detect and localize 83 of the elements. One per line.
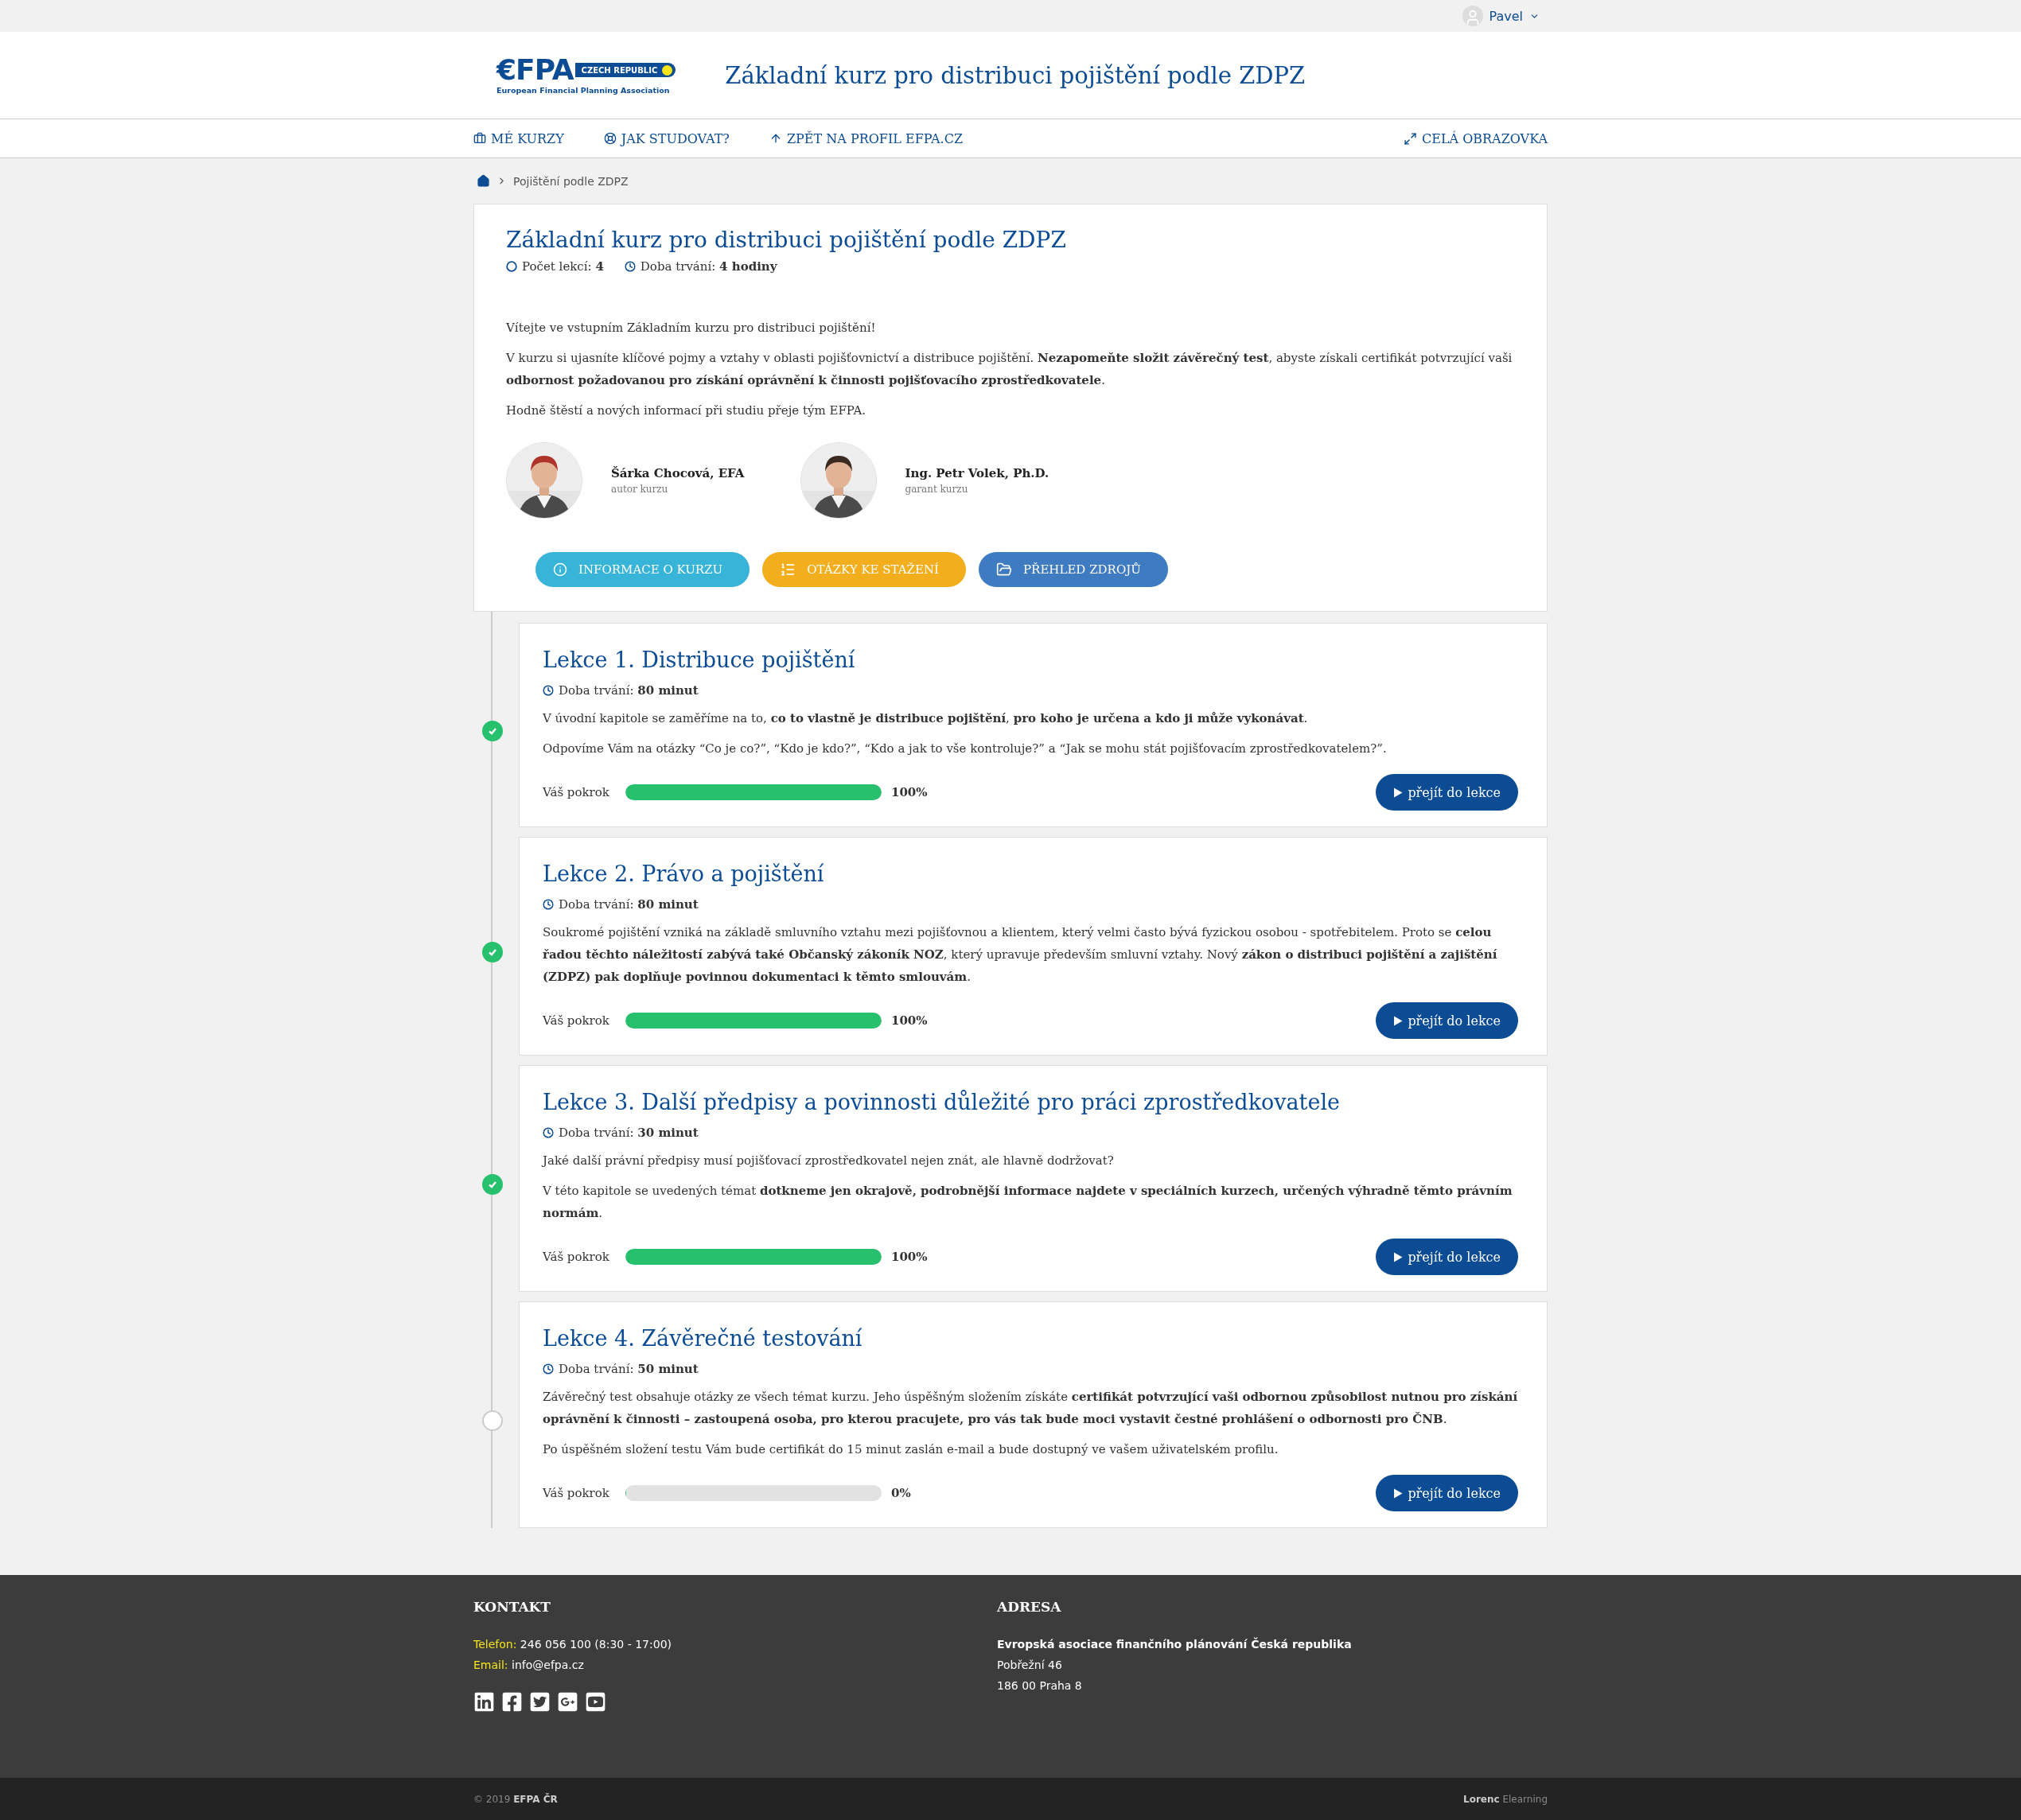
logo-country: CZECH REPUBLIC [581,65,658,75]
progress-value: 0% [891,1486,911,1500]
go-to-lesson-button[interactable]: přejít do lekce [1376,1002,1518,1039]
lesson-description: Po úspěšném složení testu Vám bude certifikát do 15 minut zaslán e-mail a bude dostupný ve vašem uživatelském profilu. [543,1442,1279,1456]
lesson-title[interactable]: Lekce 2. Právo a pojištění [543,861,1518,886]
footer-heading: KONTAKT [473,1599,551,1615]
lesson-title[interactable]: Lekce 3. Další předpisy a povinnosti důležité pro práci zprostředkovatele [543,1090,1518,1114]
clock-icon [543,685,554,696]
lesson-description: Jaké další právní předpisy musí pojišťovací zprostředkovatel nejen znát, ale hlavně dodržovat? [543,1153,1114,1168]
lesson-duration: Doba trvání: 80 minut [559,683,699,698]
fullscreen-link[interactable]: CELÁ OBRAZOVKA [1403,130,1548,146]
clock-icon [624,261,636,272]
play-icon [1393,1015,1404,1026]
play-icon [1393,787,1404,798]
go-to-lesson-button[interactable]: přejít do lekce [1376,1475,1518,1511]
progress-label: Váš pokrok [543,1250,610,1264]
lesson-title[interactable]: Lekce 4. Závěrečné testování [543,1326,1518,1351]
youtube-icon[interactable] [585,1691,606,1713]
lesson-description: Soukromé pojištění vzniká na základě smluvního vztahu mezi pojišťovnou a klientem, který velmi často bývá fyzickou osobou - spotřebitelem. Proto se celou řadou těchto náležitostí zabývá také Občanský zákoník NOZ, který upravuje především smluvní vztahy. Nový zákon o distribuci pojištění a zajištění (ZDPZ) pak doplňuje povinnou dokumentaci k těmto smlouvám. [543,925,1497,984]
person-role: autor kurzu [611,484,669,495]
address-line: Pobřežní 46 [997,1659,1062,1671]
course-description: Hodně štěstí a nových informací při studiu přeje tým EFPA. [506,403,866,418]
facebook-icon[interactable] [501,1691,523,1713]
lesson-title[interactable]: Lekce 1. Distribuce pojištění [543,648,1518,672]
list-icon [780,562,796,578]
copyright-text: © 2019 EFPA ČR [473,1793,558,1805]
progress-value: 100% [891,1250,928,1264]
home-icon[interactable] [477,174,490,188]
lesson-description: V této kapitole se uvedených témat dotkneme jen okrajově, podrobnější informace najdete v speciálních kurzech, určených výhradně těmto právním normám. [543,1184,1513,1220]
google-plus-icon[interactable] [557,1691,578,1713]
address-line: Evropská asociace finančního plánování Česká republika [997,1638,1352,1651]
nav-link[interactable]: JAK STUDOVAT? [603,130,730,146]
lesson-description: Závěrečný test obsahuje otázky ze všech témat kurzu. Jeho úspěšným složením získáte certifikát potvrzující vaši odbornou způsobilost nutnou pro získání oprávnění k činnosti – zastoupená osoba, pro kterou pracujete, pro vás tak bude moci vystavit čestné prohlášení o odbornosti pro ČNB. [543,1390,1518,1426]
info-icon [553,562,567,577]
progress-value: 100% [891,785,928,799]
go-to-lesson-button[interactable]: přejít do lekce [1376,774,1518,811]
lesson-description: V úvodní kapitole se zaměříme na to, co to vlastně je distribuce pojištění, pro koho je určena a kdo ji může vykonávat. [543,711,1308,725]
address-line: 186 00 Praha 8 [997,1679,1082,1692]
play-icon [1393,1251,1404,1262]
nav-link[interactable]: ZPĚT NA PROFIL EFPA.CZ [769,130,964,146]
clock-icon [543,1363,554,1375]
contact-value: info@efpa.cz [512,1659,584,1671]
lesson-duration: Doba trvání: 80 minut [559,897,699,912]
progress-label: Váš pokrok [543,1013,610,1028]
contact-value: 246 056 100 (8:30 - 17:00) [520,1638,672,1651]
page-title: Základní kurz pro distribuci pojištění podle ZDPZ [725,61,1306,89]
logo-tagline: European Financial Planning Association [496,86,671,95]
clock-icon [543,899,554,910]
linkedin-icon[interactable] [473,1691,495,1713]
course-description: Vítejte ve vstupním Základním kurzu pro distribuci pojištění! [506,321,876,335]
folder-icon [996,562,1013,578]
expand-icon [1403,131,1417,146]
progress-value: 100% [891,1013,928,1028]
user-avatar-icon [1462,6,1483,26]
course-meta: Doba trvání: 4 hodiny [640,259,777,274]
person-role: garant kurzu [905,484,969,495]
lesson-description: Odpovíme Vám na otázky “Co je co?”, “Kdo je kdo?”, “Kdo a jak to vše kontroluje?” a “Jak se mohu stát pojišťovacím zprostředkovatelem?”. [543,741,1387,756]
lesson-duration: Doba trvání: 30 minut [559,1126,699,1140]
clock-icon [543,1127,554,1138]
twitter-icon[interactable] [529,1691,551,1713]
nav-link[interactable]: MÉ KURZY [473,130,564,146]
breadcrumb-item[interactable]: Pojištění podle ZDPZ [513,174,629,188]
lesson-duration: Doba trvání: 50 minut [559,1362,699,1376]
credit-text: Lorenc Elearning [1463,1793,1548,1805]
person-name: Ing. Petr Volek, Ph.D. [905,466,1049,480]
logo-mark: €FPA [496,56,574,84]
footer-heading: ADRESA [997,1599,1062,1615]
person-name: Šárka Chocová, EFA [611,466,745,480]
briefcase-icon [473,132,486,145]
progress-label: Váš pokrok [543,785,610,799]
course-action-button[interactable]: PŘEHLED ZDROJŮ [979,552,1168,587]
dot-icon [662,64,673,76]
contact-label: Email: [473,1659,508,1671]
progress-label: Váš pokrok [543,1486,610,1500]
course-meta: Počet lekcí: 4 [522,259,604,274]
play-icon [1393,1488,1404,1499]
user-menu[interactable]: Pavel [1489,8,1523,24]
course-title: Základní kurz pro distribuci pojištění podle ZDPZ [506,227,1067,253]
contact-label: Telefon: [473,1638,517,1651]
circle-icon [506,261,517,272]
course-description: V kurzu si ujasníte klíčové pojmy a vztahy v oblasti pojišťovnictví a distribuce pojištění. Nezapomeňte složit závěrečný test, abyste získali certifikát potvrzující vaši odbornost požadovanou pro získání oprávnění k činnosti pojišťovacího zprostředkovatele. [506,351,1513,387]
lifebuoy-icon [603,132,617,145]
go-to-lesson-button[interactable]: přejít do lekce [1376,1239,1518,1275]
